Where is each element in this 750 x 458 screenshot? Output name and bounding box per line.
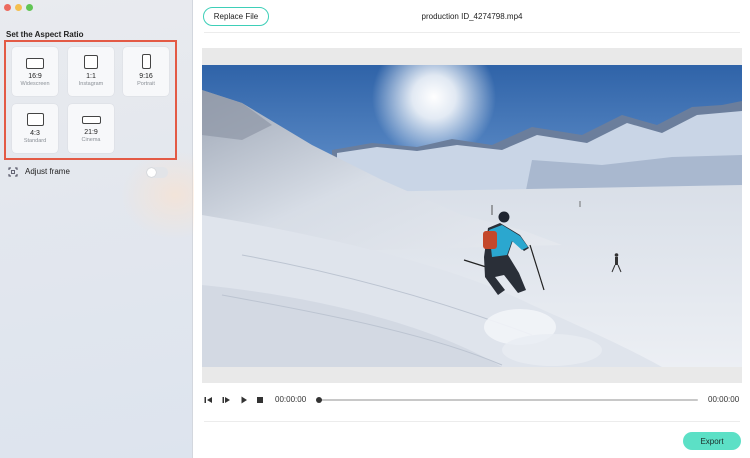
adjust-frame-row: Adjust frame bbox=[8, 166, 168, 178]
progress-bar[interactable] bbox=[318, 399, 698, 401]
progress-handle[interactable] bbox=[316, 397, 322, 403]
previous-frame-icon[interactable] bbox=[204, 395, 213, 405]
ratio-option-4-3[interactable]: 4:3 Standard bbox=[12, 104, 58, 153]
ratio-value: 16:9 bbox=[28, 73, 42, 80]
sidebar: Set the Aspect Ratio 16:9 Widescreen 1:1… bbox=[0, 0, 230, 458]
aspect-ratio-heading: Set the Aspect Ratio bbox=[6, 30, 84, 39]
current-time: 00:00:00 bbox=[275, 395, 307, 404]
main-panel: Replace File production ID_4274798.mp4 0… bbox=[194, 0, 750, 458]
video-preview-area bbox=[202, 48, 742, 383]
close-window-button[interactable] bbox=[4, 4, 11, 11]
ratio-name: Widescreen bbox=[20, 81, 50, 87]
header-divider bbox=[204, 32, 740, 33]
ratio-value: 4:3 bbox=[30, 130, 40, 137]
ratio-option-9-16[interactable]: 9:16 Portrait bbox=[123, 47, 169, 96]
ratio-option-16-9[interactable]: 16:9 Widescreen bbox=[12, 47, 58, 96]
ratio-option-21-9[interactable]: 21:9 Cinema bbox=[68, 104, 114, 153]
ratio-value: 9:16 bbox=[139, 73, 153, 80]
maximize-window-button[interactable] bbox=[26, 4, 33, 11]
stop-icon[interactable] bbox=[256, 395, 264, 405]
aspect-ratio-panel: 16:9 Widescreen 1:1 Instagram 9:16 Portr… bbox=[4, 40, 177, 160]
crop-frame-icon bbox=[8, 167, 18, 177]
cinema-ratio-icon bbox=[81, 116, 101, 124]
ratio-name: Portrait bbox=[137, 81, 155, 87]
toggle-knob bbox=[147, 168, 156, 177]
play-icon[interactable] bbox=[240, 395, 248, 405]
ratio-value: 21:9 bbox=[84, 129, 98, 136]
standard-ratio-icon bbox=[26, 113, 44, 126]
adjust-frame-label: Adjust frame bbox=[25, 167, 70, 176]
ratio-value: 1:1 bbox=[86, 73, 96, 80]
ratio-name: Standard bbox=[23, 138, 47, 144]
square-ratio-icon bbox=[84, 55, 98, 69]
file-name-title: production ID_4274798.mp4 bbox=[421, 12, 523, 21]
playback-controls: 00:00:00 00:00:00 bbox=[202, 393, 742, 407]
window-controls bbox=[4, 4, 33, 11]
total-time: 00:00:00 bbox=[708, 395, 740, 404]
next-frame-icon[interactable] bbox=[222, 395, 231, 405]
export-button[interactable]: Export bbox=[683, 432, 741, 450]
ratio-name: Instagram bbox=[78, 81, 104, 87]
minimize-window-button[interactable] bbox=[15, 4, 22, 11]
video-frame-image bbox=[202, 65, 742, 367]
video-preview[interactable] bbox=[202, 65, 742, 367]
widescreen-ratio-icon bbox=[26, 58, 44, 69]
footer-divider bbox=[204, 421, 740, 422]
ratio-option-1-1[interactable]: 1:1 Instagram bbox=[68, 47, 114, 96]
ratio-name: Cinema bbox=[81, 137, 101, 143]
portrait-ratio-icon bbox=[141, 54, 151, 69]
adjust-frame-toggle[interactable] bbox=[146, 167, 168, 178]
